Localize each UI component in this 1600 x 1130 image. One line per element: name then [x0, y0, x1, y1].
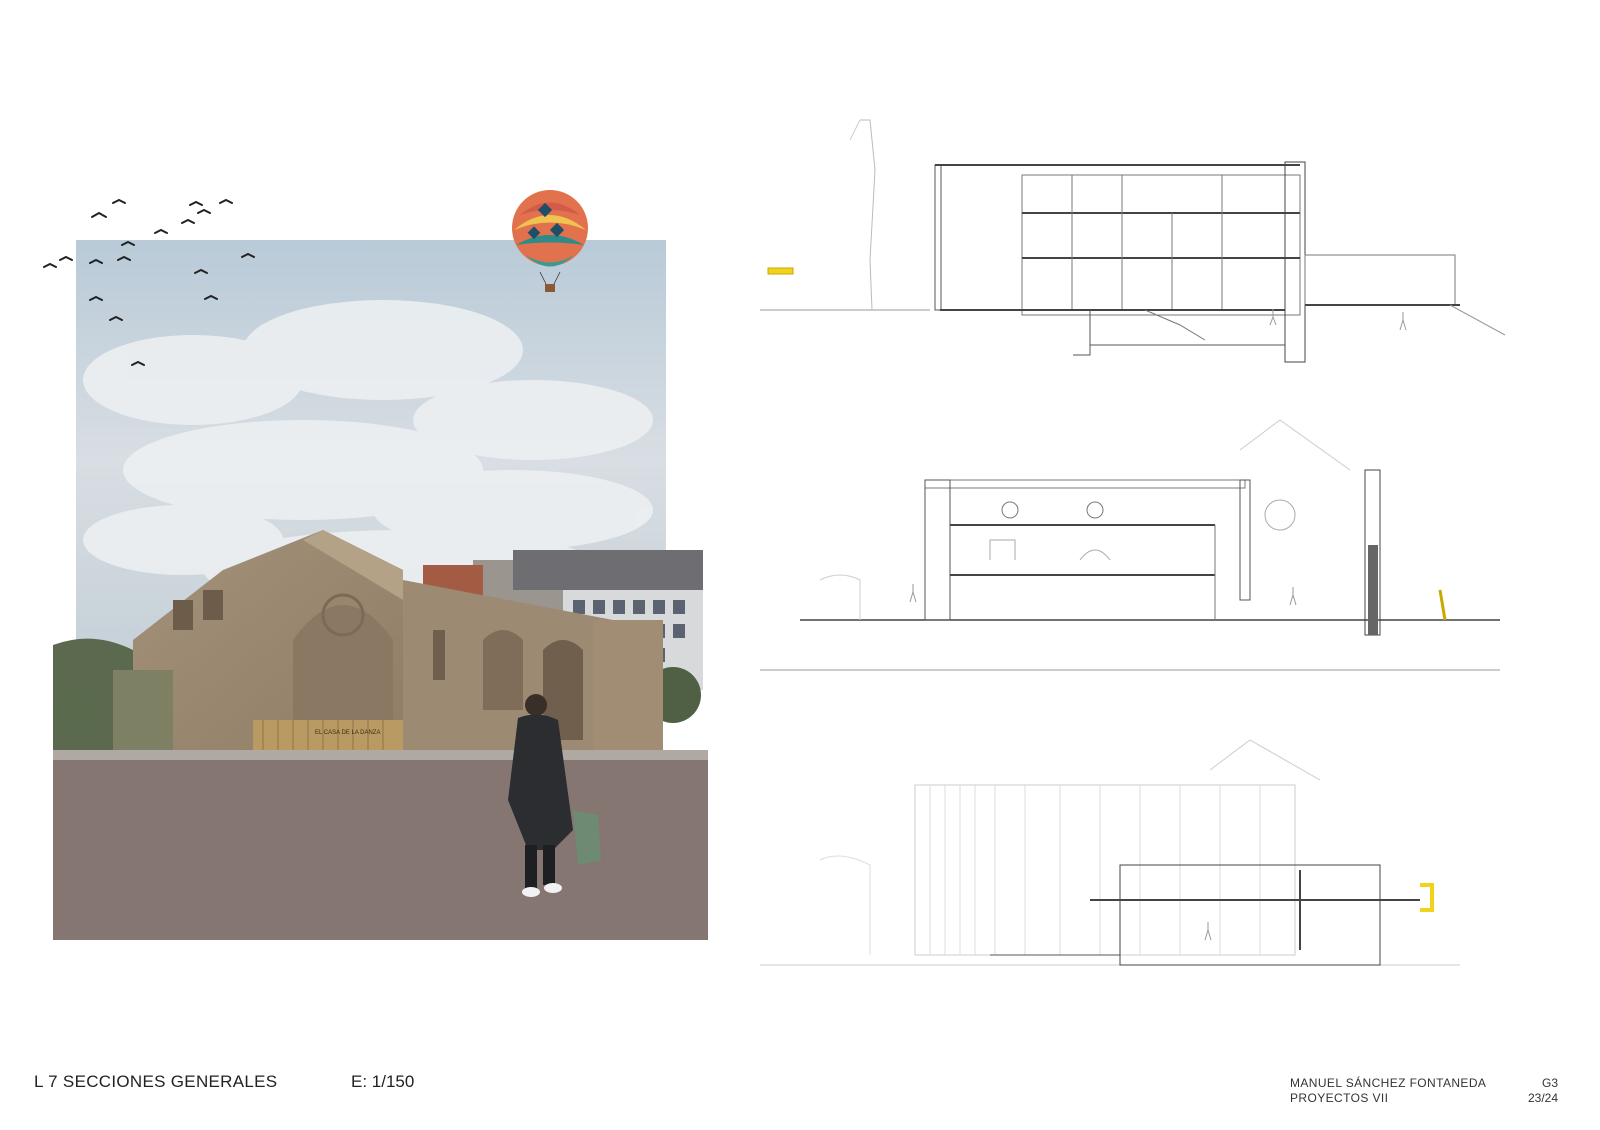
section-2: [760, 419, 1500, 671]
author-block: MANUEL SÁNCHEZ FONTANEDA PROYECTOS VII: [1290, 1076, 1486, 1106]
course-name: PROYECTOS VII: [1290, 1091, 1389, 1105]
group-block: G3 23/24: [1528, 1076, 1558, 1106]
sign-text: EL CASA DE LA DANZA: [315, 730, 380, 736]
author-name: MANUEL SÁNCHEZ FONTANEDA: [1290, 1076, 1487, 1090]
tree: [51, 688, 95, 732]
group-code: G3: [1541, 1076, 1558, 1090]
section-1: [760, 119, 1506, 363]
section-3: [760, 739, 1460, 966]
architectural-sections: [760, 110, 1560, 1010]
birds-flock: [43, 198, 255, 366]
sheet-title: L 7 SECCIONES GENERALES: [34, 1072, 278, 1091]
plaza-ground: [53, 758, 708, 940]
hot-air-balloon: [512, 190, 588, 292]
academic-year: 23/24: [1527, 1091, 1558, 1105]
sheet-scale: E: 1/150: [351, 1072, 415, 1091]
